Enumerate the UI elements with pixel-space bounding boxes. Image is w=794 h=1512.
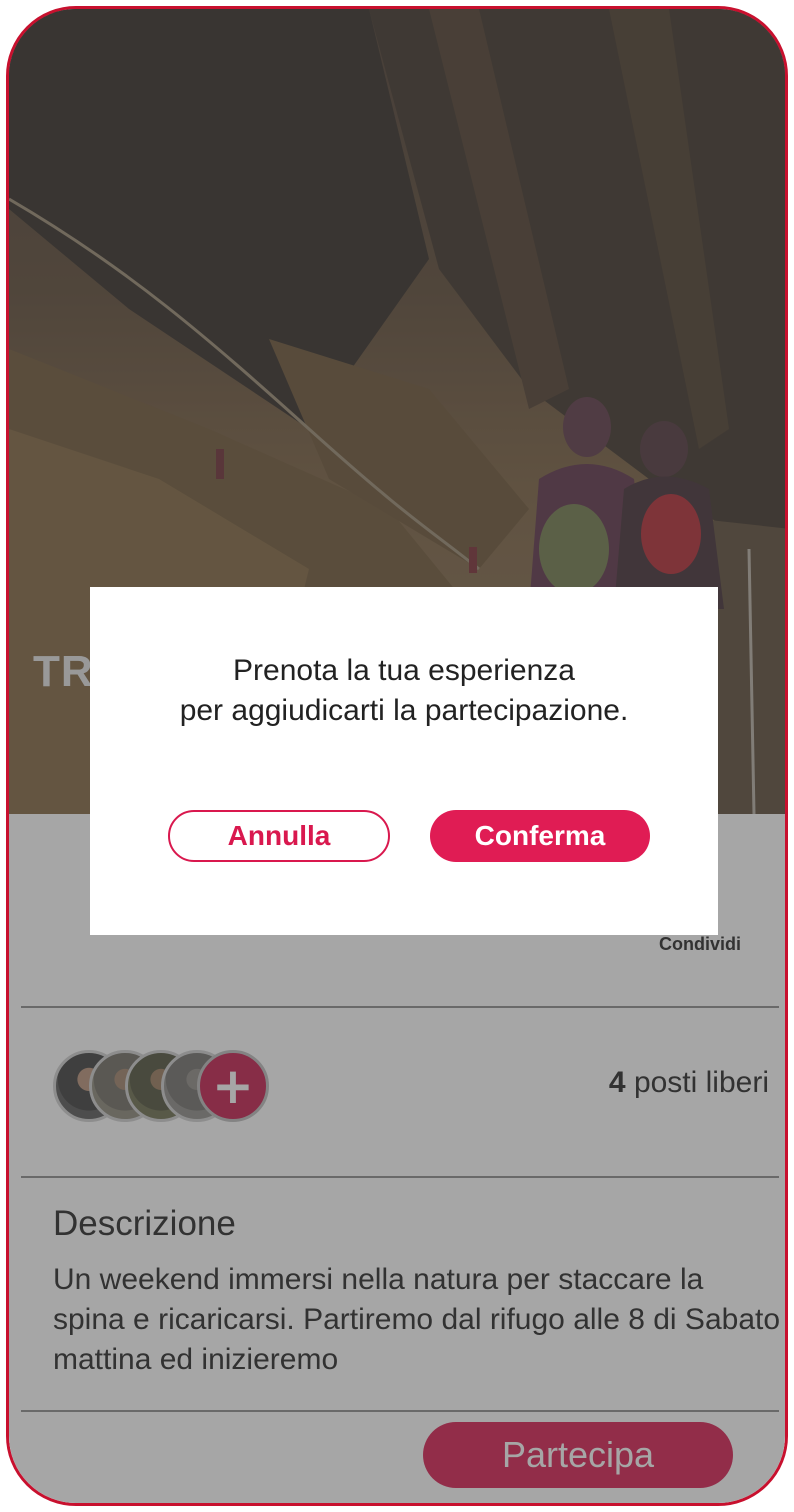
- dialog-message-line2: per aggiudicarti la partecipazione.: [179, 694, 629, 727]
- phone-frame: TR Condividi + 4 posti liberi Descrizion…: [6, 6, 788, 1506]
- dialog-message-line1: Prenota la tua esperienza: [233, 654, 575, 687]
- cancel-button[interactable]: Annulla: [168, 810, 390, 862]
- confirm-button[interactable]: Conferma: [430, 810, 650, 862]
- dialog-message: Prenota la tua esperienza per aggiudicar…: [90, 651, 718, 731]
- booking-confirm-dialog: Prenota la tua esperienza per aggiudicar…: [90, 587, 718, 935]
